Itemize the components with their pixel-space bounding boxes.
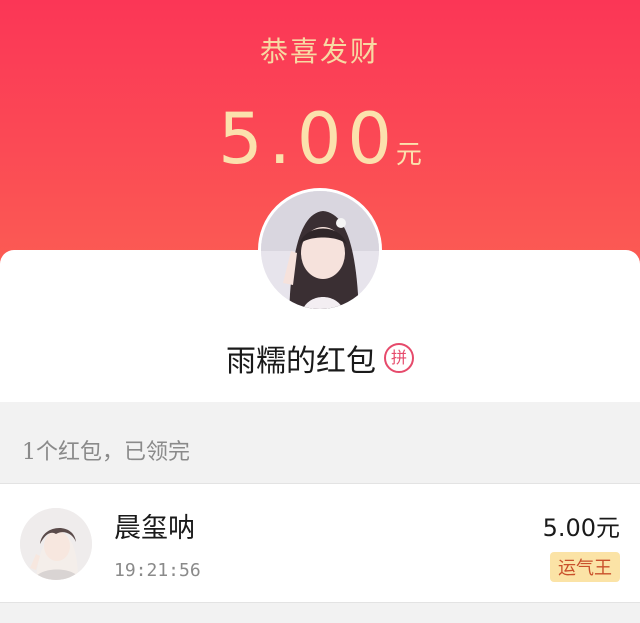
sender-avatar[interactable] bbox=[258, 188, 382, 312]
recipient-amount: 5.00元 bbox=[542, 514, 620, 542]
luck-king-badge: 运气王 bbox=[550, 552, 620, 582]
pin-badge-icon: 拼 bbox=[384, 343, 414, 373]
recipient-list: 晨玺呐 19:21:56 5.00元 运气王 bbox=[0, 483, 640, 603]
recipient-avatar[interactable] bbox=[20, 508, 92, 580]
sender-name: 雨糯的红包 bbox=[226, 344, 376, 379]
recipient-avatar-image bbox=[20, 508, 92, 580]
amount-unit: 元 bbox=[395, 140, 422, 170]
greeting-text: 恭喜发财 bbox=[259, 35, 380, 68]
sender-title-row: 雨糯的红包拼 bbox=[0, 336, 640, 380]
amount-display: 5.00元 bbox=[0, 98, 640, 180]
recipient-name: 晨玺呐 bbox=[114, 513, 195, 544]
packet-summary: 1个红包，已领完 bbox=[22, 440, 190, 465]
recipient-time: 19:21:56 bbox=[114, 560, 201, 581]
amount-value: 5.00 bbox=[218, 98, 398, 180]
